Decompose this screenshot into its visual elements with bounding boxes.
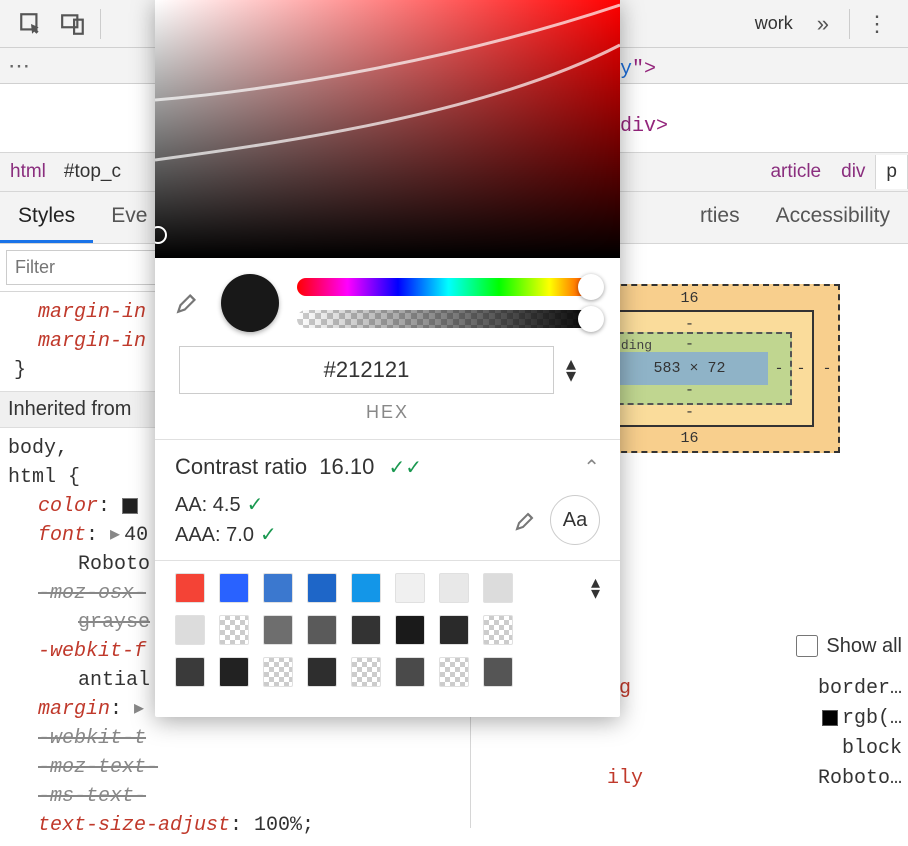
saturation-value-field[interactable] — [155, 0, 620, 258]
breadcrumb-item[interactable]: #top_c — [56, 161, 129, 183]
palette-swatch[interactable] — [175, 657, 205, 687]
expand-shorthand-icon[interactable]: ▸ — [134, 698, 144, 721]
hex-input[interactable] — [179, 346, 554, 394]
color-swatch-icon[interactable] — [122, 498, 138, 514]
hue-slider[interactable] — [297, 278, 600, 296]
dom-node-peek[interactable]: div> — [620, 115, 668, 138]
computed-row[interactable]: block — [477, 734, 902, 764]
breadcrumb-item-selected[interactable]: p — [875, 155, 908, 189]
tab-accessibility[interactable]: Accessibility — [758, 192, 908, 243]
palette-swatch[interactable] — [175, 615, 205, 645]
palette-swatch[interactable] — [263, 657, 293, 687]
css-property[interactable]: margin — [38, 698, 110, 721]
palette-swatch[interactable] — [307, 573, 337, 603]
breadcrumb-item[interactable]: html — [0, 161, 56, 183]
slider-thumb[interactable] — [578, 274, 604, 300]
check-icon: ✓ — [247, 494, 264, 516]
collapse-contrast-icon[interactable]: ⌃ — [583, 455, 600, 480]
separator — [849, 9, 850, 39]
palette-swatch[interactable] — [439, 657, 469, 687]
tab-properties[interactable]: rties — [682, 192, 758, 243]
palette-more-icon[interactable]: ▴▾ — [591, 577, 600, 599]
palette-swatch[interactable] — [219, 615, 249, 645]
background-eyedropper-icon[interactable] — [514, 508, 538, 532]
expand-shorthand-icon[interactable]: ▸ — [110, 524, 120, 547]
palette-swatch[interactable] — [219, 573, 249, 603]
contrast-sample[interactable]: Aa — [550, 495, 600, 545]
color-swatch-icon[interactable] — [822, 710, 838, 726]
tabs-overflow-icon[interactable]: » — [803, 11, 843, 37]
contrast-curve — [155, 0, 620, 258]
palette-swatch[interactable] — [263, 615, 293, 645]
palette-swatch[interactable] — [263, 573, 293, 603]
separator — [100, 9, 101, 39]
css-property[interactable]: color — [38, 495, 98, 518]
palette-swatch[interactable] — [351, 615, 381, 645]
palette-swatch[interactable] — [395, 573, 425, 603]
css-property[interactable]: -webkit-f — [38, 640, 146, 663]
palette-swatch[interactable] — [439, 615, 469, 645]
palette-swatch[interactable] — [351, 657, 381, 687]
css-property[interactable]: text-size-adjust — [38, 814, 230, 837]
format-label: HEX — [155, 402, 620, 423]
palette-section: ▴▾ — [155, 561, 620, 717]
show-all-checkbox[interactable] — [796, 635, 818, 657]
contrast-section: Contrast ratio 16.10 ✓✓ ⌃ AA: 4.5✓ AAA: … — [155, 440, 620, 560]
palette-swatch[interactable] — [219, 657, 249, 687]
palette-swatch[interactable] — [483, 615, 513, 645]
dom-node-peek[interactable]: y"> — [620, 58, 656, 81]
breadcrumb-item[interactable]: div — [831, 161, 875, 183]
palette-swatch[interactable] — [483, 657, 513, 687]
tabs-partial-network[interactable]: work — [745, 13, 803, 34]
color-picker-popover: ▴▾ HEX Contrast ratio 16.10 ✓✓ ⌃ AA: 4.5… — [155, 0, 620, 717]
slider-thumb[interactable] — [578, 306, 604, 332]
show-all-toggle[interactable]: Show all — [792, 632, 902, 660]
breadcrumb-item[interactable]: article — [760, 161, 831, 183]
css-property[interactable]: margin-in — [38, 301, 146, 324]
inspect-element-icon[interactable] — [10, 3, 52, 45]
format-toggle-icon[interactable]: ▴▾ — [566, 358, 596, 382]
tab-styles[interactable]: Styles — [0, 192, 93, 243]
palette-swatch[interactable] — [483, 573, 513, 603]
settings-kebab-icon[interactable]: ⋮ — [856, 11, 898, 37]
check-icon: ✓ — [260, 524, 277, 546]
palette-swatch[interactable] — [351, 573, 381, 603]
palette-swatch[interactable] — [439, 573, 469, 603]
current-color-swatch — [221, 274, 279, 332]
alpha-slider[interactable] — [297, 310, 600, 328]
palette-swatch[interactable] — [175, 573, 205, 603]
computed-row[interactable]: ily Roboto… — [477, 764, 902, 794]
palette-swatch[interactable] — [307, 657, 337, 687]
eyedropper-icon[interactable] — [175, 289, 203, 317]
palette-swatch[interactable] — [307, 615, 337, 645]
contrast-pass-icon: ✓✓ — [388, 457, 422, 479]
css-property[interactable]: font — [38, 524, 86, 547]
palette-swatch[interactable] — [395, 615, 425, 645]
device-toggle-icon[interactable] — [52, 3, 94, 45]
css-property[interactable]: margin-in — [38, 330, 146, 353]
palette-swatch[interactable] — [395, 657, 425, 687]
